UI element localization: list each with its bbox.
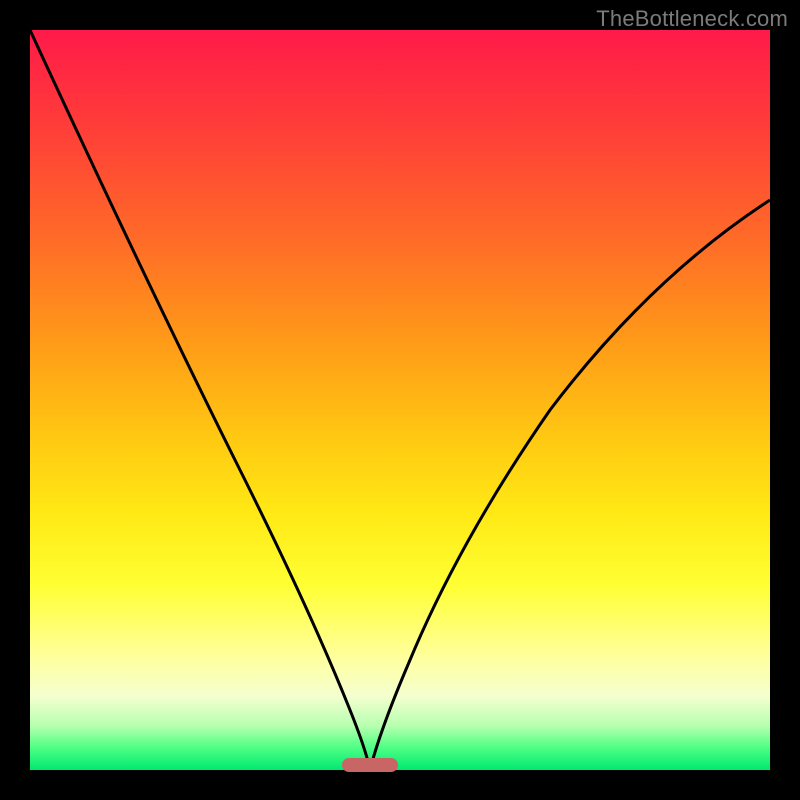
chart-frame: TheBottleneck.com: [0, 0, 800, 800]
baseline-marker: [342, 758, 398, 772]
plot-area: [30, 30, 770, 770]
curve-layer: [30, 30, 770, 770]
watermark-text: TheBottleneck.com: [596, 6, 788, 32]
left-curve: [30, 30, 370, 770]
right-curve: [370, 200, 770, 770]
